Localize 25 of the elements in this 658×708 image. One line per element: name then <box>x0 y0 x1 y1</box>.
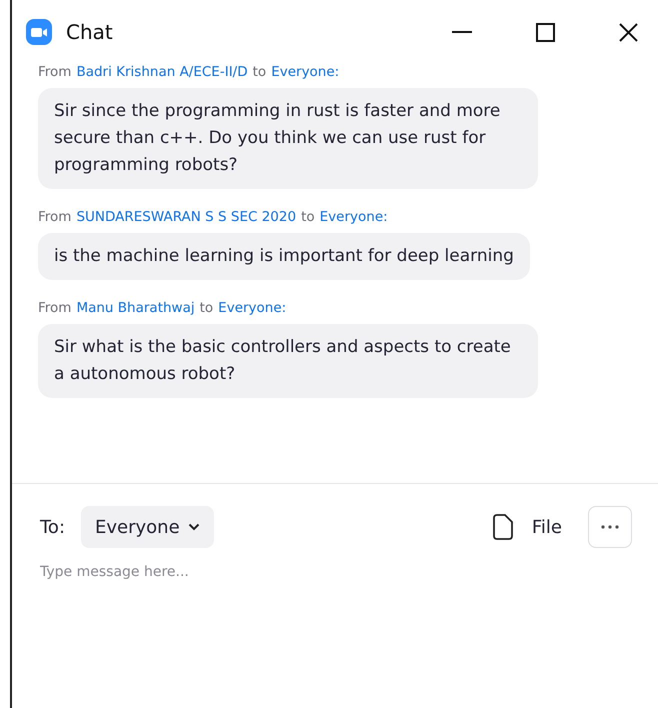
chevron-down-icon <box>188 523 200 531</box>
window-title: Chat <box>66 20 113 44</box>
recipient-name[interactable]: Everyone: <box>320 209 388 225</box>
to-label: to <box>301 209 315 225</box>
message-bubble: Sir since the programming in rust is faster and more secure than c++. Do you think we can use rust for programming robots? <box>38 88 538 189</box>
recipient-name[interactable]: Everyone: <box>271 64 340 80</box>
from-label: From <box>38 209 72 225</box>
sender-name[interactable]: SUNDARESWARAN S S SEC 2020 <box>76 209 296 225</box>
recipient-name[interactable]: Everyone: <box>218 300 286 316</box>
file-button[interactable]: File <box>492 514 562 540</box>
sender-name[interactable]: Manu Bharathwaj <box>76 300 195 316</box>
maximize-icon[interactable] <box>536 22 555 42</box>
to-label: To: <box>40 516 66 538</box>
close-icon[interactable] <box>619 22 638 42</box>
more-icon <box>601 525 619 529</box>
from-label: From <box>38 64 72 80</box>
to-label: to <box>200 300 214 316</box>
to-label: to <box>252 64 266 80</box>
recipient-dropdown[interactable]: Everyone <box>81 506 214 548</box>
message-bubble: Sir what is the basic controllers and aspects to create a autonomous robot? <box>38 324 538 398</box>
video-camera-logo-icon <box>26 19 52 45</box>
from-label: From <box>38 300 72 316</box>
message-bubble: is the machine learning is important for deep learning <box>38 233 530 280</box>
sender-name[interactable]: Badri Krishnan A/ECE-II/D <box>76 64 248 80</box>
file-icon <box>492 514 514 540</box>
